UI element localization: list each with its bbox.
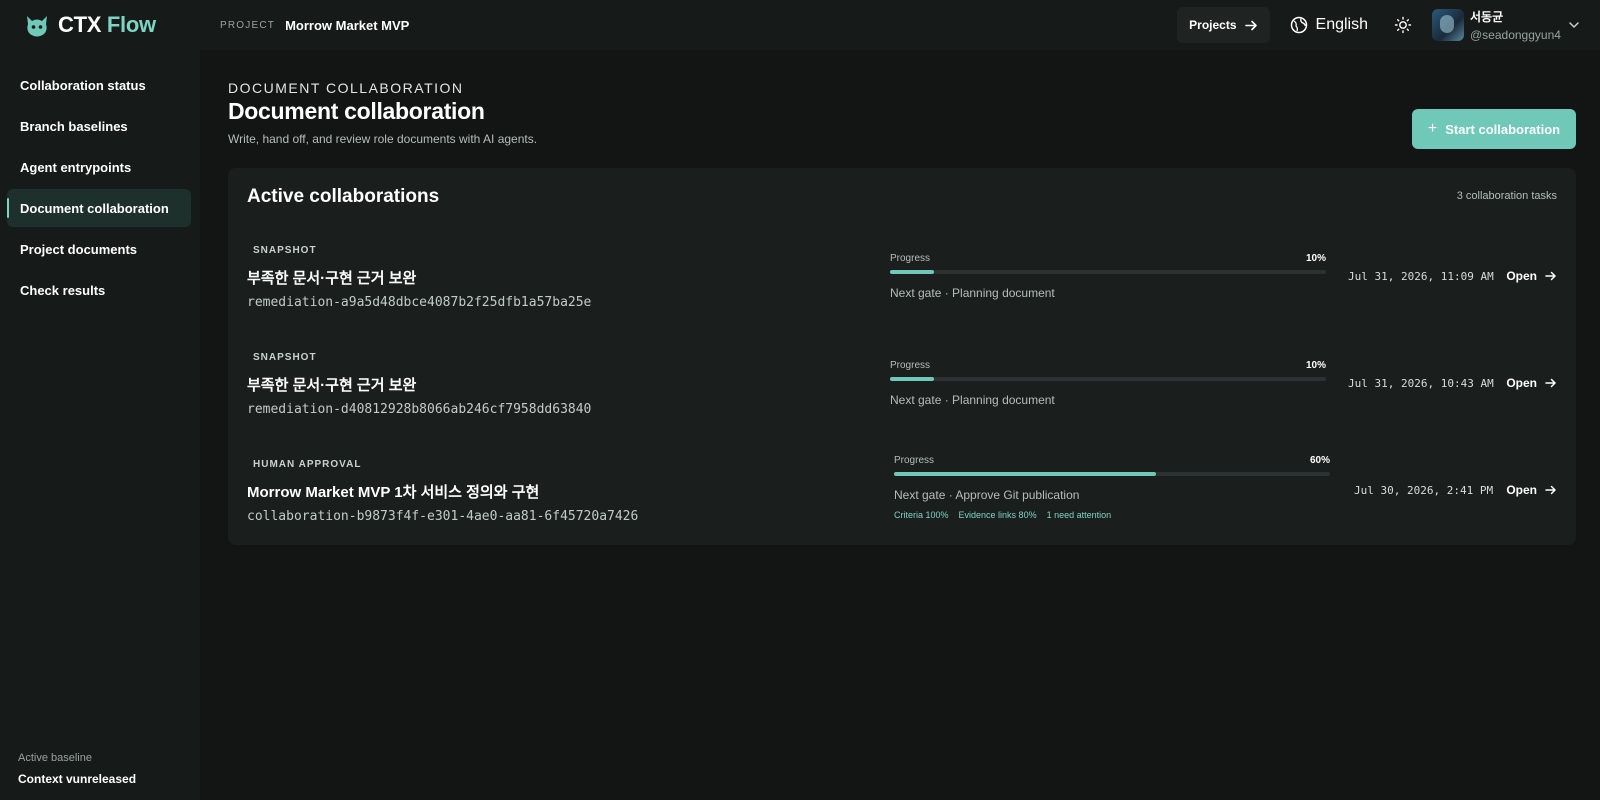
active-baseline-value: Context vunreleased xyxy=(18,772,137,786)
page-subtitle: Write, hand off, and review role documen… xyxy=(228,132,538,146)
project-name[interactable]: Morrow Market MVP xyxy=(285,18,409,33)
globe-icon xyxy=(1290,16,1307,34)
progress-block: Progress 10% Next gate · Planning docume… xyxy=(890,360,1326,407)
language-selector[interactable]: English xyxy=(1290,16,1368,34)
open-label: Open xyxy=(1506,269,1537,283)
brand-name: CTX Flow xyxy=(58,12,156,37)
open-button[interactable]: Open xyxy=(1506,376,1557,390)
collaboration-id: remediation-a9a5d48dbce4087b2f25dfb1a57b… xyxy=(247,295,592,310)
projects-button-label: Projects xyxy=(1189,18,1237,32)
sidebar-item-project-documents[interactable]: Project documents xyxy=(7,230,191,268)
updated-time: Jul 31, 2026, 11:09 AM xyxy=(1348,270,1494,283)
projects-button[interactable]: Projects xyxy=(1177,7,1270,43)
collaboration-row[interactable]: SNAPSHOT 부족한 문서·구현 근거 보완 remediation-d40… xyxy=(228,352,1576,452)
user-menu[interactable]: 서동균 @seadonggyun4 xyxy=(1432,8,1580,42)
progress-percent: 60% xyxy=(1309,455,1330,466)
progress-block: Progress 60% Next gate · Approve Git pub… xyxy=(894,455,1330,520)
collaboration-count: 3 collaboration tasks xyxy=(1456,190,1557,202)
arrow-right-icon xyxy=(1545,378,1556,388)
collaboration-title: Morrow Market MVP 1차 서비스 정의와 구현 xyxy=(247,484,540,501)
arrow-right-icon xyxy=(1545,485,1556,495)
collaboration-row[interactable]: HUMAN APPROVAL Morrow Market MVP 1차 서비스 … xyxy=(228,455,1576,559)
collaboration-title: 부족한 문서·구현 근거 보완 xyxy=(247,270,417,287)
open-button[interactable]: Open xyxy=(1506,483,1557,497)
arrow-right-icon xyxy=(1244,20,1257,30)
collaboration-id: collaboration-b9873f4f-e301-4ae0-aa81-6f… xyxy=(247,509,639,524)
sidebar-item-branch-baselines[interactable]: Branch baselines xyxy=(7,107,191,145)
active-baseline-label: Active baseline xyxy=(18,752,92,764)
start-collaboration-button[interactable]: + Start collaboration xyxy=(1412,109,1576,149)
status-badge: HUMAN APPROVAL xyxy=(253,459,362,470)
criteria-chip[interactable]: Criteria 100% xyxy=(894,510,949,520)
arrow-right-icon xyxy=(1545,271,1556,281)
collaboration-row[interactable]: SNAPSHOT 부족한 문서·구현 근거 보완 remediation-a9a… xyxy=(228,245,1576,345)
sidebar-item-check-results[interactable]: Check results xyxy=(7,271,191,309)
sidebar-item-label: Project documents xyxy=(20,241,138,257)
page-title: Document collaboration xyxy=(228,98,485,124)
updated-time: Jul 31, 2026, 10:43 AM xyxy=(1348,377,1494,390)
sidebar-item-label: Document collaboration xyxy=(20,200,169,216)
sun-icon[interactable] xyxy=(1394,16,1412,34)
next-gate: Next gate · Planning document xyxy=(890,286,1055,300)
sidebar-item-label: Branch baselines xyxy=(20,118,128,134)
brand[interactable]: CTX Flow xyxy=(22,10,220,40)
collaboration-id: remediation-d40812928b8066ab246cf7958dd6… xyxy=(247,402,592,417)
user-name: 서동균 xyxy=(1470,10,1504,24)
progress-label: Progress xyxy=(890,360,931,371)
status-badge: SNAPSHOT xyxy=(253,245,317,256)
chevron-down-icon xyxy=(1569,22,1579,29)
sidebar-item-collaboration-status[interactable]: Collaboration status xyxy=(7,66,191,104)
sidebar-item-label: Check results xyxy=(20,282,106,298)
progress-bar-fill xyxy=(890,270,934,274)
language-label: English xyxy=(1315,16,1368,33)
plus-icon: + xyxy=(1427,120,1438,137)
progress-bar xyxy=(890,270,1326,274)
active-collaborations-panel: Active collaborations 3 collaboration ta… xyxy=(228,168,1576,545)
updated-time: Jul 30, 2026, 2:41 PM xyxy=(1354,484,1494,497)
evidence-chip[interactable]: Evidence links 80% xyxy=(959,510,1037,520)
sidebar-item-document-collaboration[interactable]: Document collaboration xyxy=(7,189,191,227)
panel-title: Active collaborations xyxy=(247,186,440,207)
status-badge: SNAPSHOT xyxy=(253,352,317,363)
sidebar-item-label: Collaboration status xyxy=(20,77,146,93)
open-label: Open xyxy=(1506,483,1537,497)
avatar xyxy=(1432,9,1464,41)
progress-percent: 10% xyxy=(1305,360,1326,371)
progress-label: Progress xyxy=(890,253,931,264)
open-button[interactable]: Open xyxy=(1506,269,1557,283)
next-gate: Next gate · Planning document xyxy=(890,393,1055,407)
logo-icon xyxy=(27,16,47,37)
project-label: PROJECT xyxy=(220,19,276,31)
progress-bar xyxy=(894,472,1330,476)
progress-label: Progress xyxy=(894,455,935,466)
next-gate: Next gate · Approve Git publication xyxy=(894,488,1080,502)
open-label: Open xyxy=(1506,376,1537,390)
progress-bar-fill xyxy=(894,472,1156,476)
top-bar: CTX Flow PROJECT Morrow Market MVP Proje… xyxy=(0,0,1600,50)
check-chips: Criteria 100% Evidence links 80% 1 need … xyxy=(894,510,1330,520)
progress-block: Progress 10% Next gate · Planning docume… xyxy=(890,253,1326,300)
sidebar-item-label: Agent entrypoints xyxy=(20,159,132,175)
start-collaboration-label: Start collaboration xyxy=(1445,121,1561,137)
sidebar: Collaboration status Branch baselines Ag… xyxy=(0,50,200,800)
attention-chip[interactable]: 1 need attention xyxy=(1047,510,1112,520)
user-handle: @seadonggyun4 xyxy=(1470,28,1561,42)
collaboration-title: 부족한 문서·구현 근거 보완 xyxy=(247,377,417,394)
progress-bar-fill xyxy=(890,377,934,381)
progress-bar xyxy=(890,377,1326,381)
page-eyebrow: DOCUMENT COLLABORATION xyxy=(228,80,464,96)
progress-percent: 10% xyxy=(1305,253,1326,264)
sidebar-item-agent-entrypoints[interactable]: Agent entrypoints xyxy=(7,148,191,186)
